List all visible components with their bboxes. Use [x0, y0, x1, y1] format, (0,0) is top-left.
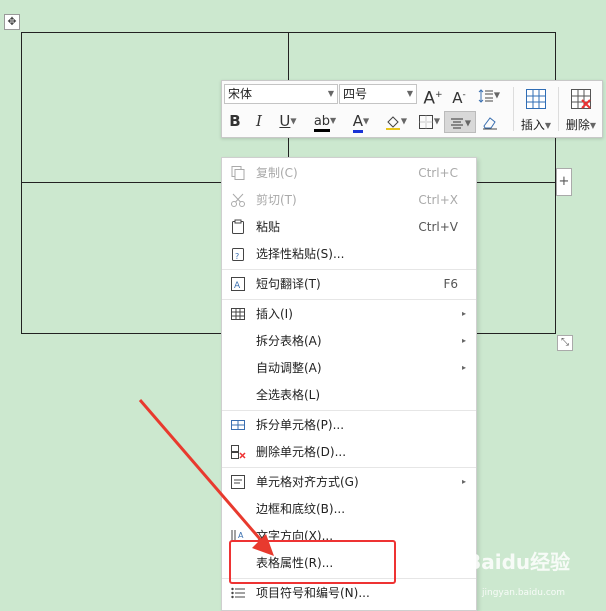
clipboard-icon — [232, 219, 244, 234]
menu-separator — [222, 299, 476, 300]
menu-separator — [222, 467, 476, 468]
menu-item-insert[interactable]: 插入(I) ▸ — [222, 301, 476, 327]
bold-button[interactable]: B — [225, 110, 245, 132]
borders-button[interactable]: ▼ — [414, 110, 444, 132]
delete-label: 删除 — [565, 118, 590, 132]
menu-item-label: 插入(I) — [256, 307, 293, 321]
menu-item-shortcut: Ctrl+C — [418, 166, 458, 180]
align-lines-icon — [450, 118, 463, 128]
font-size-select[interactable]: 四号 ▼ — [339, 84, 417, 104]
svg-text:A: A — [234, 281, 241, 291]
font-color-button[interactable]: A▼ — [346, 110, 376, 133]
eraser-button[interactable] — [479, 110, 501, 132]
add-column-button[interactable]: + — [556, 168, 572, 196]
menu-item-cell-align[interactable]: 单元格对齐方式(G) ▸ — [222, 469, 476, 495]
border-grid-icon — [418, 114, 433, 129]
floating-toolbar: 宋体 ▼ 四号 ▼ A+ A- ▼ B I U▼ ab▼ A▼ ▼ ▼ ▼ 插入… — [221, 80, 603, 138]
delete-button[interactable]: 删除▼ — [559, 83, 603, 135]
watermark: Baidu经验 — [466, 550, 571, 574]
scissors-icon — [231, 193, 245, 207]
menu-item-paste-special[interactable]: ? 选择性粘贴(S)... — [222, 241, 476, 267]
table-insert-icon — [526, 89, 546, 109]
submenu-arrow-icon: ▸ — [461, 477, 466, 486]
chevron-down-icon: ▼ — [406, 89, 413, 98]
svg-text:?: ? — [235, 252, 239, 261]
split-cells-icon — [231, 420, 245, 430]
menu-item-auto-fit[interactable]: 自动调整(A) ▸ — [222, 355, 476, 381]
insert-label: 插入 — [520, 118, 545, 132]
delete-cells-icon — [231, 445, 246, 459]
menu-item-paste[interactable]: 粘贴 Ctrl+V — [222, 214, 476, 240]
watermark-url: jingyan.baidu.com — [482, 588, 566, 598]
menu-item-borders[interactable]: 边框和底纹(B)... — [222, 496, 476, 522]
menu-item-label: 粘贴 — [256, 220, 281, 234]
translate-icon: A — [231, 277, 245, 291]
eraser-icon — [483, 116, 497, 129]
line-spacing-button[interactable]: ▼ — [474, 84, 504, 106]
font-name-select[interactable]: 宋体 ▼ — [224, 84, 338, 104]
shrink-font-button[interactable]: A- — [448, 84, 470, 107]
cell-align-icon — [231, 475, 245, 489]
menu-item-label: 单元格对齐方式(G) — [256, 475, 359, 489]
italic-button[interactable]: I — [249, 110, 269, 132]
insert-button[interactable]: 插入▼ — [514, 83, 558, 135]
menu-item-label: 删除单元格(D)... — [256, 445, 347, 459]
annotation-highlight-box — [229, 540, 396, 584]
menu-item-label: 选择性粘贴(S)... — [256, 247, 345, 261]
submenu-arrow-icon: ▸ — [461, 309, 466, 318]
fill-color-button[interactable]: ▼ — [380, 110, 412, 132]
align-button[interactable]: ▼ — [444, 111, 476, 133]
menu-separator — [222, 269, 476, 270]
menu-item-select-table[interactable]: 全选表格(L) — [222, 382, 476, 408]
menu-item-shortcut: Ctrl+X — [418, 193, 458, 207]
table-resize-handle[interactable]: ⤡ — [557, 335, 573, 351]
bullet-list-icon — [231, 587, 245, 599]
menu-item-translate[interactable]: A 短句翻译(T) F6 — [222, 271, 476, 297]
menu-item-label: 拆分表格(A) — [256, 334, 322, 348]
table-move-handle[interactable]: ✥ — [4, 14, 20, 30]
menu-item-label: 短句翻译(T) — [256, 277, 321, 291]
font-name-value: 宋体 — [228, 87, 253, 101]
chevron-down-icon: ▼ — [327, 89, 334, 98]
menu-item-label: 自动调整(A) — [256, 361, 322, 375]
menu-separator — [222, 410, 476, 411]
grow-font-button[interactable]: A+ — [422, 84, 444, 109]
menu-item-shortcut: Ctrl+V — [418, 220, 458, 234]
menu-item-split-table[interactable]: 拆分表格(A) ▸ — [222, 328, 476, 354]
highlight-button[interactable]: ab▼ — [308, 110, 342, 132]
line-spacing-icon — [478, 88, 493, 103]
menu-item-split-cells[interactable]: 拆分单元格(P)... — [222, 412, 476, 438]
menu-item-label: 复制(C) — [256, 166, 298, 180]
menu-item-label: 全选表格(L) — [256, 388, 321, 402]
underline-button[interactable]: U▼ — [273, 110, 303, 132]
font-size-value: 四号 — [343, 87, 368, 101]
copy-icon — [231, 166, 245, 180]
submenu-arrow-icon: ▸ — [461, 363, 466, 372]
svg-text:A: A — [238, 531, 244, 540]
menu-item-cut[interactable]: 剪切(T) Ctrl+X — [222, 187, 476, 213]
paste-special-icon: ? — [232, 248, 244, 261]
menu-item-label: 拆分单元格(P)... — [256, 418, 345, 432]
table-icon — [231, 308, 245, 320]
menu-item-label: 剪切(T) — [256, 193, 297, 207]
menu-item-delete-cells[interactable]: 删除单元格(D)... — [222, 439, 476, 465]
menu-item-label: 边框和底纹(B)... — [256, 502, 346, 516]
paint-bucket-icon — [385, 115, 400, 130]
submenu-arrow-icon: ▸ — [461, 336, 466, 345]
table-delete-icon — [571, 89, 591, 109]
menu-item-copy[interactable]: 复制(C) Ctrl+C — [222, 160, 476, 186]
menu-item-shortcut: F6 — [443, 277, 458, 291]
